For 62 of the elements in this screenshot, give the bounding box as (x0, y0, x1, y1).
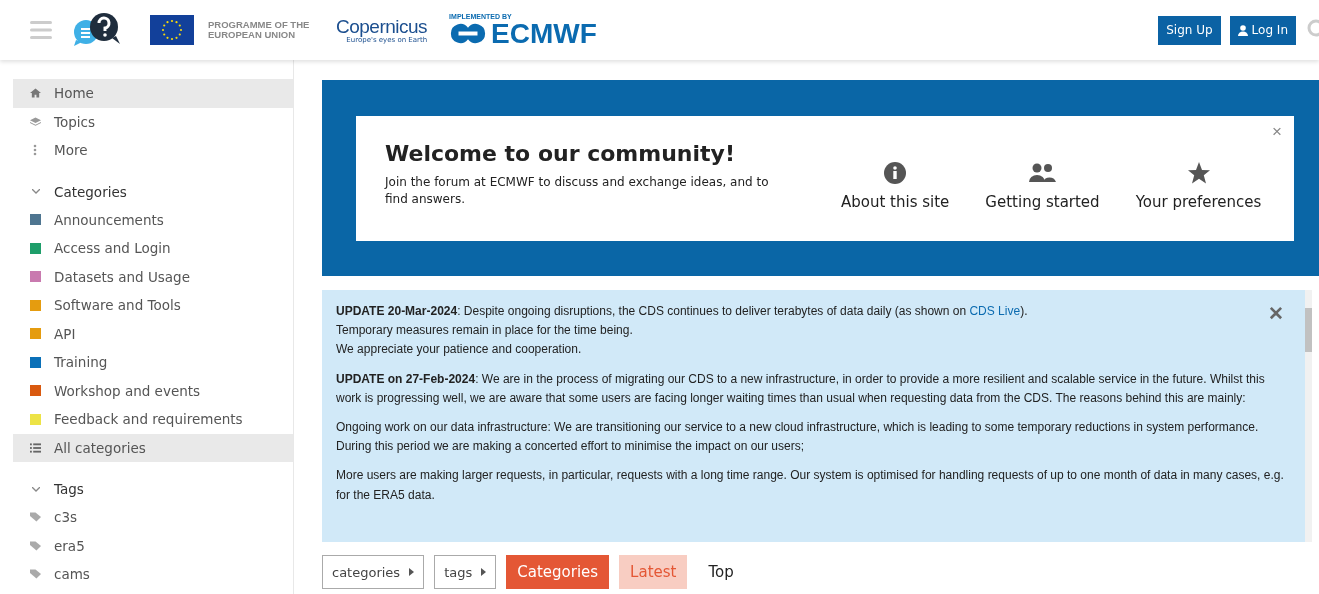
filter-dropdown[interactable]: categories (322, 555, 425, 589)
tag-icon (30, 569, 41, 580)
filter-dropdown[interactable]: tags (434, 555, 497, 589)
welcome-link-label: Your preferences (1135, 193, 1262, 211)
category-link[interactable]: Feedback and requirements (13, 405, 293, 434)
tag-icon (30, 540, 41, 551)
user-icon (1237, 24, 1248, 36)
category-link[interactable]: API (13, 319, 293, 348)
sidebar-item[interactable]: More (13, 136, 293, 165)
login-button[interactable]: Log In (1229, 15, 1296, 45)
welcome-link[interactable]: Getting started (985, 161, 1100, 211)
close-button[interactable]: × (1272, 121, 1282, 142)
more-icon (33, 144, 37, 157)
category-link[interactable]: Training (13, 348, 293, 377)
notice-paragraph: UPDATE on 27-Feb-2024: We are in the process of migrating our CDS to a new infrastructure, in order to provide a more resilient and scalable service in the future. Whilst this work is progressing well, we are aware that some users are facing longer waiting times than usual when requesting data from the CDS. The reasons behind this are mainly: (336, 370, 1266, 407)
welcome-link[interactable]: Your preferences (1135, 161, 1262, 211)
all-categories-link[interactable]: All categories (13, 433, 293, 462)
tag-icon (30, 512, 41, 523)
category-link[interactable]: Datasets and Usage (13, 262, 293, 291)
category-link[interactable]: Access and Login (13, 234, 293, 263)
logo-icon (449, 23, 488, 44)
caret-icon (409, 568, 415, 576)
info-icon (883, 161, 908, 185)
notice-line: Temporary measures remain in place for the time being. (336, 322, 634, 340)
menu-icon[interactable] (30, 21, 52, 39)
tag-link[interactable]: c3s (13, 503, 293, 532)
copernicus-logo: Copernicus (336, 16, 428, 36)
scrollbar[interactable] (1305, 290, 1312, 542)
chevron-icon (32, 486, 40, 492)
sidebar-item[interactable]: Topics (13, 107, 293, 136)
welcome-link-label: About this site (841, 193, 950, 211)
notice-line: We appreciate your patience and cooperation. (336, 341, 583, 359)
nav-tab[interactable]: Top (697, 555, 745, 589)
ecmwf-logo: ECMWF (491, 19, 597, 48)
notice-paragraph: More users are making larger requests, in particular, requests with a long time range. Our system is optimised for handling requests of up to one month of data in many cases, e.g. for the ERA5 data. (336, 467, 1285, 504)
notice-paragraph: UPDATE 20-Mar-2024: Despite ongoing disruptions, the CDS continues to deliver terabytes of data daily (as shown on CDS Live). (336, 303, 1028, 320)
eu-label: PROGRAMME OF THE EUROPEAN UNION (208, 19, 311, 41)
sidebar-item[interactable]: Home (13, 79, 293, 108)
category-link[interactable]: Software and Tools (13, 291, 293, 320)
home-icon (30, 88, 41, 99)
category-link[interactable]: Workshop and events (13, 376, 293, 405)
caret-icon (481, 568, 487, 576)
flag-icon (150, 15, 194, 45)
users-icon (1028, 163, 1057, 183)
dismiss-button[interactable]: ✕ (1268, 302, 1284, 325)
category-link[interactable]: Announcements (13, 205, 293, 234)
welcome-link-label: Getting started (985, 193, 1100, 211)
signup-button[interactable]: Sign Up (1158, 15, 1221, 45)
welcome-title: Welcome to our community! (385, 140, 736, 166)
welcome-link[interactable]: About this site (841, 161, 950, 211)
chevron-icon (32, 189, 40, 194)
list-icon (30, 442, 41, 453)
welcome-text: Join the forum at ECMWF to discuss and exchange ideas, and to find answers. (385, 173, 770, 208)
tags-toggle[interactable]: Tags (13, 475, 293, 503)
star-icon (1186, 161, 1211, 185)
cds-live-link[interactable]: CDS Live (969, 304, 1021, 318)
notice-paragraph: Ongoing work on our data infrastructure: We are transitioning our service to a new cloud infrastructure, which is leading to some temporary reductions in system performance. During this period we are making a concerted effort to minimise the impact on our users; (336, 418, 1260, 456)
tag-link[interactable]: cams (13, 560, 293, 589)
categories-toggle[interactable]: Categories (13, 177, 293, 206)
nav-tab[interactable]: Categories (506, 555, 610, 589)
layers-icon (30, 116, 41, 127)
tag-link[interactable]: era5 (13, 531, 293, 560)
